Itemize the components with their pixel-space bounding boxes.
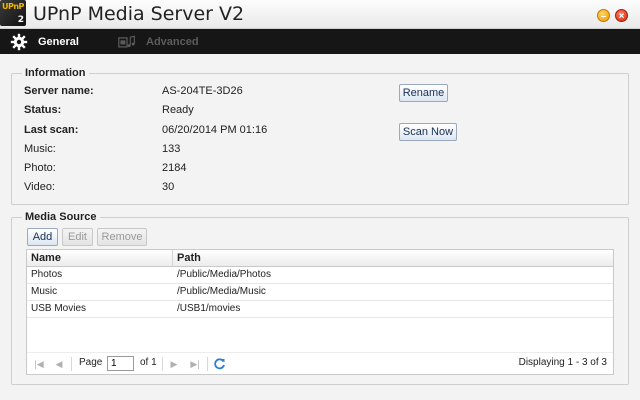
row-path-cell: /Public/Media/Music <box>177 286 266 297</box>
media-source-legend: Media Source <box>22 211 100 223</box>
media-source-panel: Media Source Add Edit Remove Name Path P… <box>11 211 629 385</box>
pagination-bar: |◀ ◀ Page of 1 ▶ ▶| Displaying 1 - 3 of … <box>27 352 613 374</box>
pager-divider <box>207 357 208 371</box>
refresh-icon[interactable] <box>213 357 225 370</box>
app-logo: UPnP 2 <box>0 0 26 26</box>
photo-label: Photo: <box>24 162 56 174</box>
media-source-grid: Name Path Photos /Public/Media/Photos Mu… <box>26 249 614 375</box>
row-path-cell: /Public/Media/Photos <box>177 269 271 280</box>
tab-general-label: General <box>38 35 79 48</box>
table-row[interactable]: Photos /Public/Media/Photos <box>27 267 613 284</box>
tab-advanced[interactable]: Advanced <box>118 29 199 54</box>
row-name-cell: Music <box>31 286 58 297</box>
scan-now-button[interactable]: Scan Now <box>399 123 457 141</box>
window-title: UPnP Media Server V2 <box>33 3 245 25</box>
row-name-cell: USB Movies <box>31 303 87 314</box>
column-header-name[interactable]: Name <box>27 250 173 267</box>
displaying-count: Displaying 1 - 3 of 3 <box>518 357 607 368</box>
server-name-value: AS-204TE-3D26 <box>162 85 243 97</box>
first-page-icon[interactable]: |◀ <box>33 358 45 370</box>
minimize-icon[interactable]: – <box>597 9 610 22</box>
logo-version: 2 <box>17 15 24 25</box>
last-scan-value: 06/20/2014 PM 01:16 <box>162 124 268 136</box>
remove-button[interactable]: Remove <box>97 228 147 246</box>
last-scan-label: Last scan: <box>24 124 79 136</box>
tab-advanced-label: Advanced <box>146 35 199 48</box>
row-name-cell: Photos <box>31 269 63 280</box>
music-value: 133 <box>162 143 181 155</box>
logo-text: UPnP <box>2 2 24 11</box>
information-panel: Information Server name: AS-204TE-3D26 S… <box>11 67 629 205</box>
server-name-label: Server name: <box>24 85 94 97</box>
table-row[interactable]: USB Movies /USB1/movies <box>27 301 613 318</box>
page-label: Page <box>79 357 103 368</box>
photo-value: 2184 <box>162 162 187 174</box>
grid-header: Name Path <box>27 250 613 267</box>
music-label: Music: <box>24 143 56 155</box>
video-label: Video: <box>24 181 55 193</box>
tab-general[interactable]: General <box>10 29 79 54</box>
page-number-input[interactable] <box>107 356 134 371</box>
next-page-icon[interactable]: ▶ <box>168 358 180 370</box>
title-bar: UPnP 2 UPnP Media Server V2 – × <box>0 0 640 29</box>
film-music-icon <box>118 33 136 51</box>
prev-page-icon[interactable]: ◀ <box>53 358 65 370</box>
row-path-cell: /USB1/movies <box>177 303 241 314</box>
pager-divider <box>71 357 72 371</box>
gear-icon <box>10 33 28 51</box>
table-row[interactable]: Music /Public/Media/Music <box>27 284 613 301</box>
page-count-label: of 1 <box>140 357 157 368</box>
rename-button[interactable]: Rename <box>399 84 448 102</box>
video-value: 30 <box>162 181 175 193</box>
column-header-path[interactable]: Path <box>173 250 613 267</box>
information-legend: Information <box>22 67 89 79</box>
add-button[interactable]: Add <box>27 228 58 246</box>
last-page-icon[interactable]: ▶| <box>189 358 201 370</box>
pager-divider <box>162 357 163 371</box>
edit-button[interactable]: Edit <box>62 228 93 246</box>
status-value: Ready <box>162 104 194 116</box>
status-label: Status: <box>24 104 62 116</box>
tab-bar: General Advanced <box>0 29 640 54</box>
close-icon[interactable]: × <box>615 9 628 22</box>
